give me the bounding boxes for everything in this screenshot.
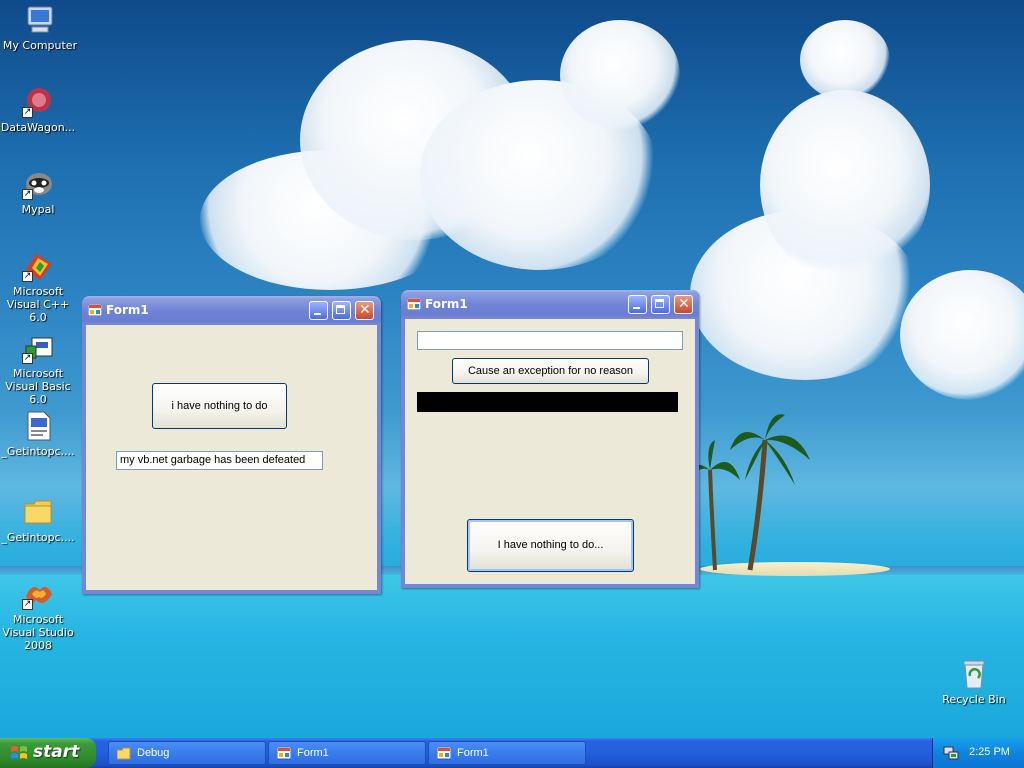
message-textbox[interactable]: my vb.net garbage has been defeated — [116, 451, 323, 470]
maximize-button[interactable] — [651, 295, 670, 314]
windows-logo-icon — [11, 746, 27, 759]
icon-label: Recycle Bin — [942, 693, 1006, 706]
taskbar-item-form1[interactable]: Form1 — [428, 741, 586, 765]
desktop-icon-visual-basic[interactable]: ↗ Microsoft Visual Basic 6.0 — [0, 332, 78, 406]
form-icon — [407, 298, 421, 310]
taskbar-item-debug[interactable]: Debug — [108, 741, 266, 765]
desktop-icon-visual-studio-2008[interactable]: ↗ Microsoft Visual Studio 2008 — [0, 578, 78, 652]
maximize-button[interactable] — [332, 301, 351, 320]
form-icon — [88, 304, 102, 316]
close-icon: ✕ — [359, 302, 371, 318]
visual-basic-icon: ↗ — [22, 332, 54, 364]
datawagon-icon: ↗ — [22, 86, 54, 118]
clock[interactable]: 2:25 PM — [969, 746, 1010, 758]
taskbar-item-label: Form1 — [297, 747, 329, 759]
computer-icon — [24, 4, 56, 36]
shortcut-arrow-icon: ↗ — [22, 599, 33, 610]
icon-label: Microsoft Visual Basic 6.0 — [5, 367, 71, 406]
sea — [0, 575, 1024, 738]
recycle-bin-icon — [958, 658, 990, 690]
icon-label: Microsoft Visual Studio 2008 — [2, 613, 74, 652]
icon-label: DataWagon... — [0, 121, 76, 134]
palm-trees — [690, 414, 810, 571]
desktop-icon-getintopc-file[interactable]: _Getintopc.... — [0, 410, 78, 458]
maximize-icon — [336, 305, 345, 314]
form-icon — [437, 747, 451, 760]
cloud — [560, 20, 680, 130]
icon-label: _Getintopc.... — [1, 445, 75, 458]
window-client-area: Cause an exception for no reason I have … — [405, 319, 695, 584]
visual-studio-icon: ↗ — [22, 578, 54, 610]
close-button[interactable]: ✕ — [674, 295, 693, 314]
shortcut-arrow-icon: ↗ — [22, 271, 33, 282]
folder-icon — [117, 747, 131, 760]
visual-cpp-icon: ↗ — [22, 250, 54, 282]
folder-icon — [22, 496, 54, 528]
close-icon: ✕ — [678, 296, 690, 312]
taskbar-item-label: Form1 — [457, 747, 489, 759]
minimize-icon — [314, 313, 321, 315]
close-button[interactable]: ✕ — [355, 301, 374, 320]
desktop-icon-datawagon[interactable]: ↗ DataWagon... — [0, 86, 78, 134]
raccoon-icon: ↗ — [22, 168, 54, 200]
minimize-button[interactable] — [628, 295, 647, 314]
start-label: start — [33, 742, 80, 762]
window-title: Form1 — [425, 297, 468, 311]
cloud — [900, 270, 1024, 400]
icon-label: Mypal — [21, 203, 55, 216]
form1-window-right[interactable]: Form1 ✕ Cause an exception for no reason… — [401, 290, 699, 588]
network-icon[interactable] — [943, 746, 959, 760]
desktop-icon-visual-cpp[interactable]: ↗ Microsoft Visual C++ 6.0 — [0, 250, 78, 324]
window-titlebar[interactable]: Form1 ✕ — [82, 296, 381, 325]
black-panel — [417, 392, 678, 412]
shortcut-arrow-icon: ↗ — [22, 107, 33, 118]
desktop-icon-my-computer[interactable]: My Computer — [0, 4, 80, 52]
taskbar-item-form1[interactable]: Form1 — [268, 741, 426, 765]
cloud — [800, 20, 890, 100]
form-icon — [277, 747, 291, 760]
icon-label: My Computer — [2, 39, 78, 52]
desktop[interactable]: My Computer ↗ DataWagon... ↗ Mypal ↗ Mic… — [0, 0, 1024, 738]
cloud — [760, 90, 930, 280]
form1-window-left[interactable]: Form1 ✕ i have nothing to do my vb.net g… — [82, 296, 381, 594]
shortcut-arrow-icon: ↗ — [22, 353, 33, 364]
desktop-icon-recycle-bin[interactable]: Recycle Bin — [934, 658, 1014, 706]
window-client-area: i have nothing to do my vb.net garbage h… — [86, 325, 377, 590]
window-titlebar[interactable]: Form1 ✕ — [401, 290, 699, 319]
system-tray: 2:25 PM — [932, 738, 1024, 768]
cause-exception-button[interactable]: Cause an exception for no reason — [452, 358, 649, 384]
icon-label: _Getintopc.... — [1, 531, 75, 544]
nothing-to-do-button[interactable]: i have nothing to do — [152, 383, 287, 429]
maximize-icon — [655, 299, 664, 308]
icon-label: Microsoft Visual C++ 6.0 — [6, 285, 70, 324]
window-title: Form1 — [106, 303, 149, 317]
minimize-icon — [633, 307, 640, 309]
file-icon — [22, 410, 54, 442]
desktop-icon-mypal[interactable]: ↗ Mypal — [0, 168, 78, 216]
minimize-button[interactable] — [309, 301, 328, 320]
nothing-to-do-ellipsis-button[interactable]: I have nothing to do... — [467, 519, 634, 572]
start-button[interactable]: start — [0, 738, 96, 768]
desktop-icon-getintopc-folder[interactable]: _Getintopc.... — [0, 496, 78, 544]
taskbar: start Debug Form1 Form1 2:25 PM — [0, 738, 1024, 768]
taskbar-item-label: Debug — [137, 747, 170, 759]
top-textbox[interactable] — [417, 331, 683, 350]
shortcut-arrow-icon: ↗ — [22, 189, 33, 200]
